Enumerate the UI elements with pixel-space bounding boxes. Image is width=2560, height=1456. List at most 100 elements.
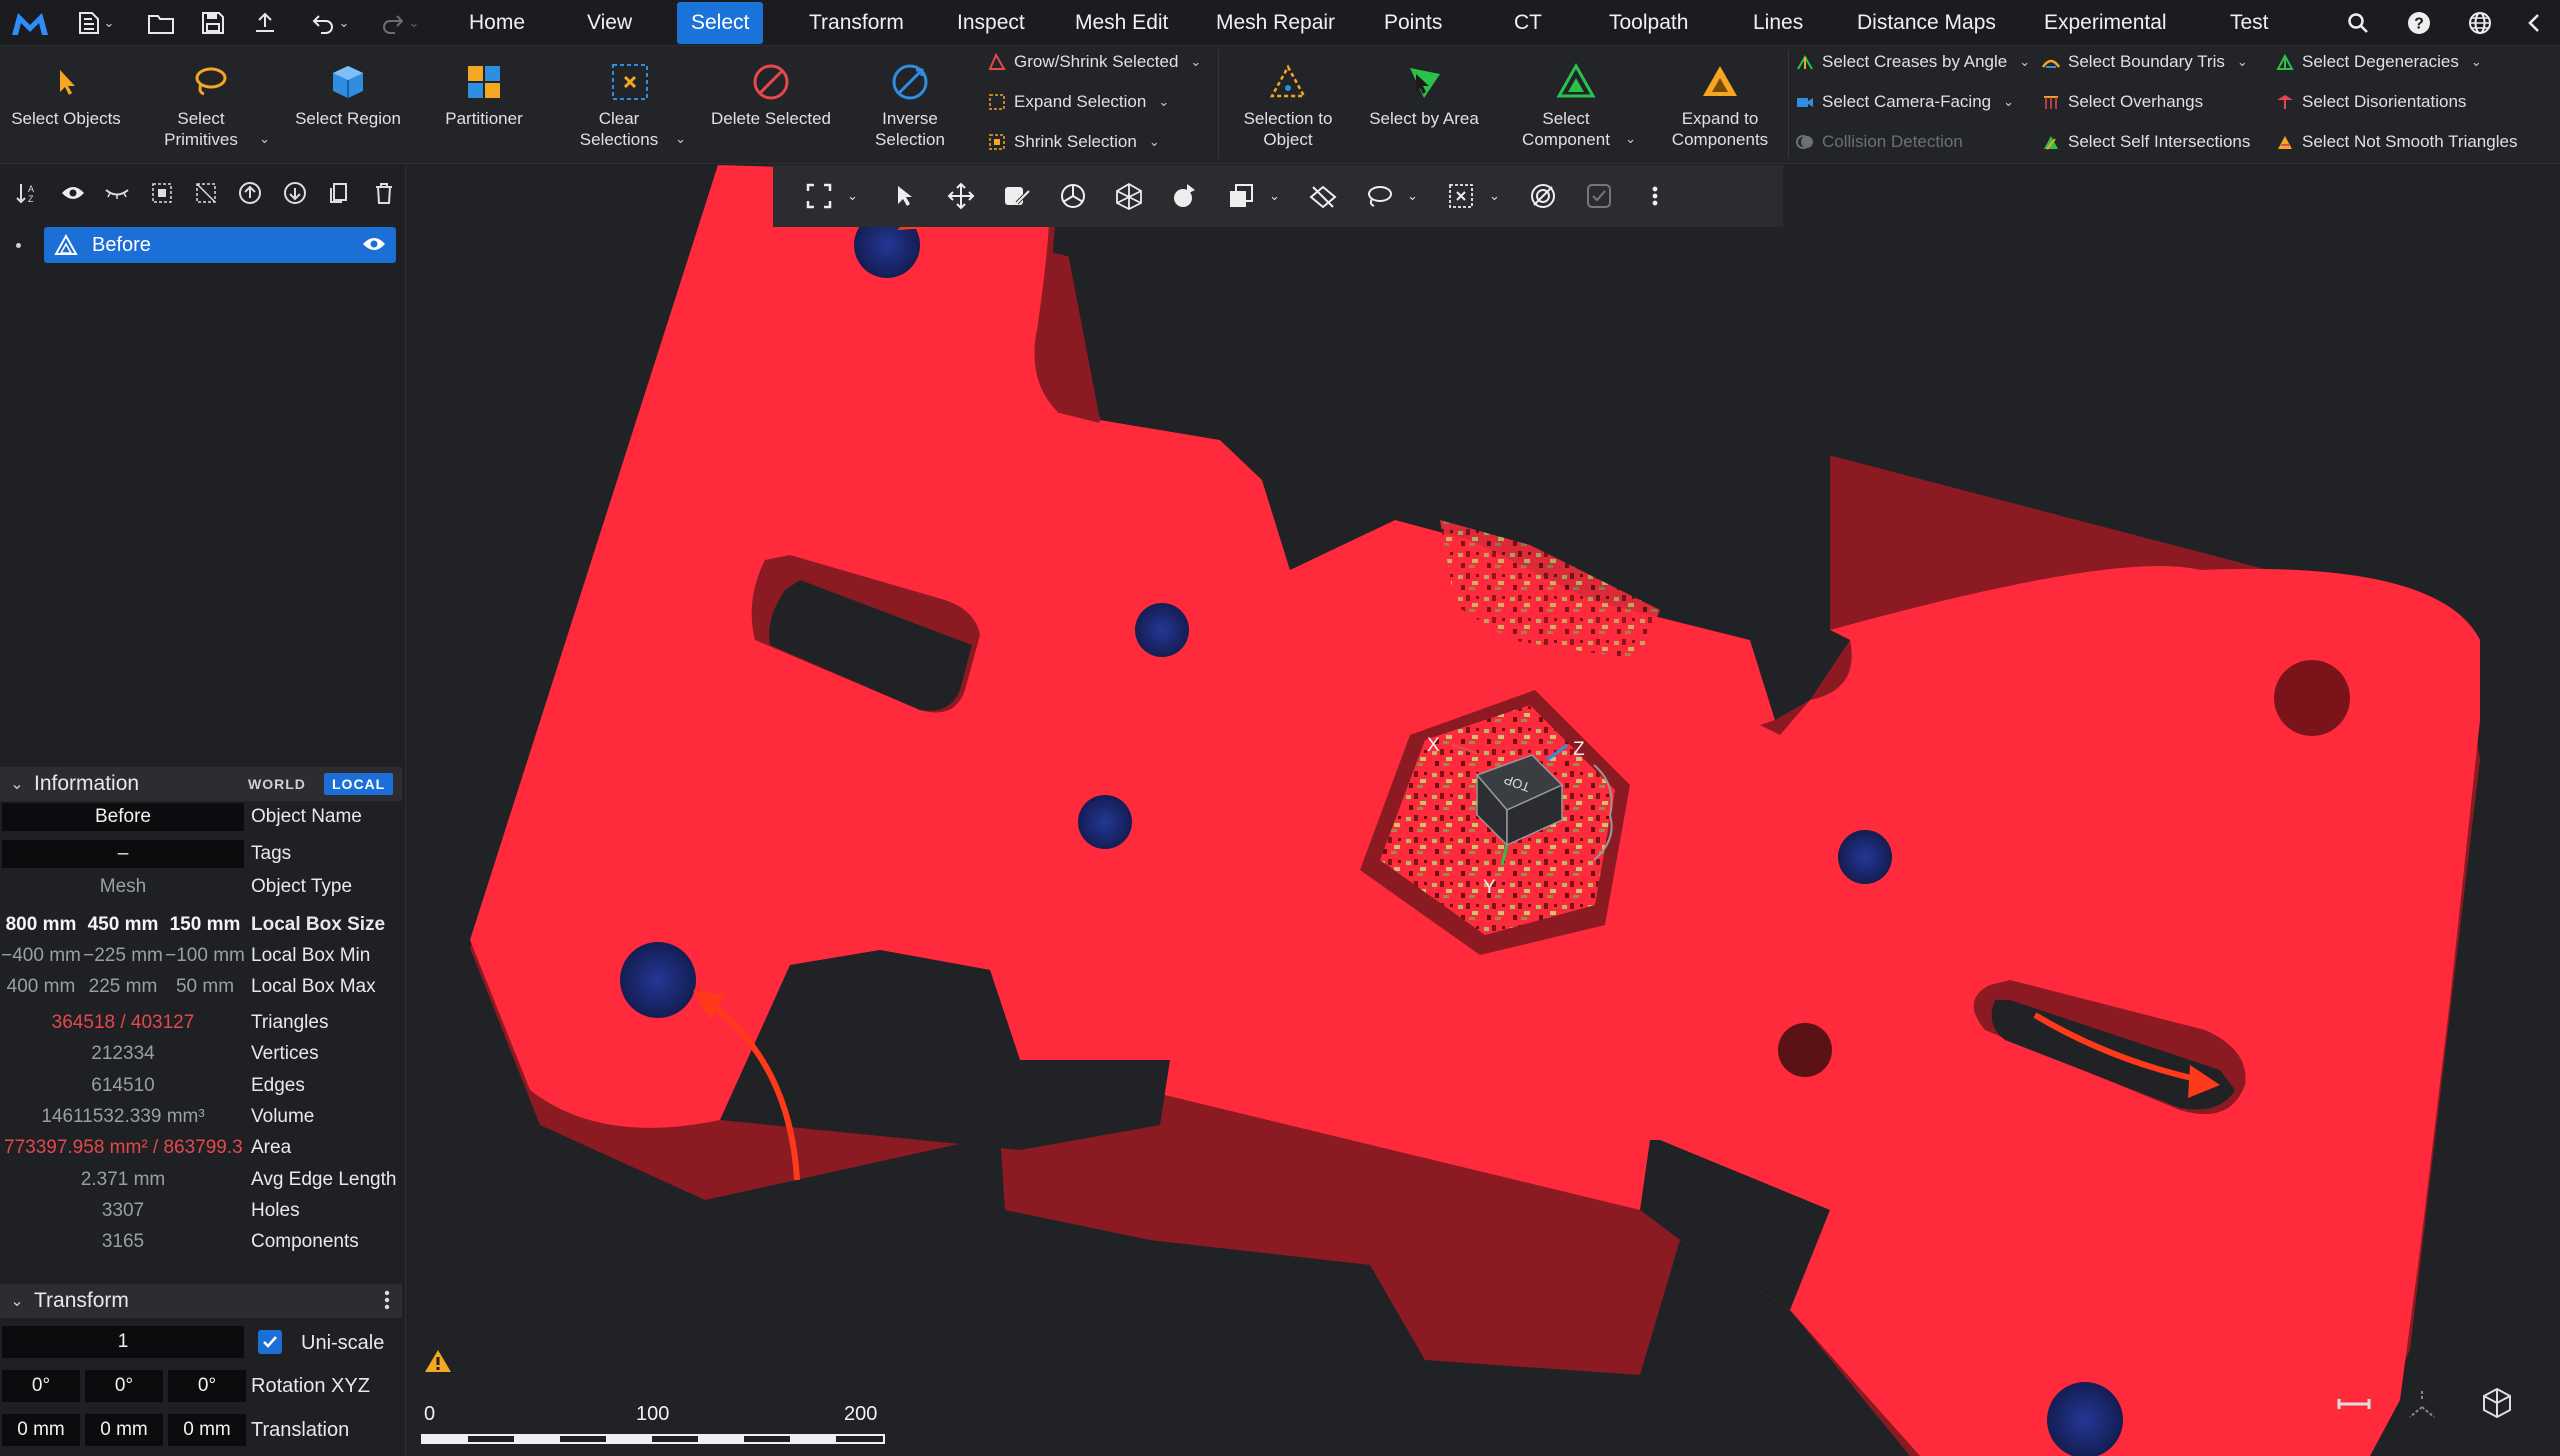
tab-points[interactable]: Points xyxy=(1370,0,1456,46)
new-file-icon[interactable]: ⌄ xyxy=(70,6,122,40)
chevron-down-icon[interactable]: ⌄ xyxy=(1407,188,1427,204)
select-not-smooth-button[interactable]: Select Not Smooth Triangles xyxy=(2276,132,2517,152)
select-camera-facing-button[interactable]: Select Camera-Facing ⌄ xyxy=(1796,92,2014,112)
chevron-down-icon[interactable]: ⌄ xyxy=(847,188,867,204)
backface-icon[interactable] xyxy=(1515,171,1571,221)
save-icon[interactable] xyxy=(196,6,230,40)
duplicate-icon[interactable] xyxy=(317,173,361,213)
transform-section-header[interactable]: ⌄ Transform xyxy=(0,1284,402,1318)
selection-to-object-button[interactable]: Selection to Object xyxy=(1228,62,1348,150)
clipping-icon[interactable] xyxy=(1213,171,1269,221)
view-cube-toggle-icon[interactable] xyxy=(2481,1387,2513,1424)
expand-selection-button[interactable]: Expand Selection ⌄ xyxy=(988,92,1169,112)
translation-z-input[interactable]: 0 mm xyxy=(168,1414,246,1446)
eye-icon[interactable] xyxy=(50,173,94,213)
orbit-icon[interactable] xyxy=(1045,171,1101,221)
open-folder-icon[interactable] xyxy=(144,6,178,40)
paint-select-icon[interactable] xyxy=(989,171,1045,221)
tags-value[interactable]: – xyxy=(2,840,244,868)
expand-to-components-button[interactable]: Expand to Components xyxy=(1660,62,1780,150)
select-overhangs-button[interactable]: Select Overhangs xyxy=(2042,92,2203,112)
tab-home[interactable]: Home xyxy=(455,0,539,46)
hide-faces-icon[interactable] xyxy=(1295,171,1351,221)
select-region-button[interactable]: Select Region xyxy=(288,62,408,129)
tab-view[interactable]: View xyxy=(573,0,646,46)
rotation-x-input[interactable]: 0° xyxy=(2,1370,80,1402)
more-options-icon[interactable] xyxy=(384,1289,390,1311)
select-creases-button[interactable]: Select Creases by Angle ⌄ xyxy=(1796,52,2030,72)
redo-icon[interactable]: ⌄ xyxy=(372,6,428,40)
3d-viewport[interactable]: TOP X Z Y xyxy=(407,165,2560,1456)
fit-view-icon[interactable] xyxy=(791,171,847,221)
grow-shrink-selected-button[interactable]: Grow/Shrink Selected ⌄ xyxy=(988,52,1201,72)
selection-to-object-label: Selection to Object xyxy=(1243,109,1333,149)
axis-gizmo-icon[interactable] xyxy=(2406,1389,2438,1424)
tree-item-before[interactable]: Before xyxy=(16,227,396,263)
app-logo[interactable] xyxy=(8,6,52,40)
local-toggle[interactable]: LOCAL xyxy=(324,773,394,795)
world-toggle[interactable]: WORLD xyxy=(240,773,314,795)
tab-experimental[interactable]: Experimental xyxy=(2030,0,2181,46)
shrink-selection-button[interactable]: Shrink Selection ⌄ xyxy=(988,132,1160,152)
search-icon[interactable] xyxy=(2342,8,2374,38)
tab-ct[interactable]: CT xyxy=(1500,0,1556,46)
undo-icon[interactable]: ⌄ xyxy=(302,6,358,40)
rotation-y-input[interactable]: 0° xyxy=(85,1370,163,1402)
trash-icon[interactable] xyxy=(362,173,406,213)
move-down-icon[interactable] xyxy=(273,173,317,213)
select-primitives-button[interactable]: Select Primitives ⌄ xyxy=(150,62,270,150)
translation-x-input[interactable]: 0 mm xyxy=(2,1414,80,1446)
rotation-z-input[interactable]: 0° xyxy=(168,1370,246,1402)
view-cube[interactable]: TOP xyxy=(1447,735,1587,875)
move-icon[interactable] xyxy=(933,171,989,221)
information-section-header[interactable]: ⌄ Information WORLD LOCAL xyxy=(0,767,402,801)
wireframe-icon[interactable] xyxy=(1101,171,1157,221)
pointer-icon[interactable] xyxy=(877,171,933,221)
tab-mesh-repair[interactable]: Mesh Repair xyxy=(1202,0,1349,46)
chevron-down-icon[interactable]: ⌄ xyxy=(1489,188,1509,204)
export-icon[interactable] xyxy=(248,6,282,40)
clear-selections-button[interactable]: Clear Selections ⌄ xyxy=(574,62,686,150)
shading-icon[interactable] xyxy=(1157,171,1213,221)
deselect-box-icon[interactable] xyxy=(1433,171,1489,221)
rotate-view-icon[interactable] xyxy=(1582,755,1622,870)
collision-detection-button[interactable]: Collision Detection xyxy=(1796,132,1963,152)
uniscale-checkbox[interactable] xyxy=(258,1330,282,1354)
select-by-area-button[interactable]: Select by Area xyxy=(1360,62,1488,129)
ruler-icon[interactable] xyxy=(2337,1397,2371,1416)
collapse-chevron-icon[interactable] xyxy=(2518,8,2550,38)
select-degeneracies-button[interactable]: Select Degeneracies ⌄ xyxy=(2276,52,2482,72)
tab-toolpath[interactable]: Toolpath xyxy=(1595,0,1702,46)
select-objects-button[interactable]: Select Objects xyxy=(6,62,126,129)
eye-closed-icon[interactable] xyxy=(95,173,139,213)
select-disorientations-button[interactable]: Select Disorientations xyxy=(2276,92,2466,112)
tab-lines[interactable]: Lines xyxy=(1739,0,1817,46)
select-all-icon[interactable] xyxy=(139,173,183,213)
move-up-icon[interactable] xyxy=(228,173,272,213)
more-options-icon[interactable] xyxy=(1627,171,1683,221)
tab-test[interactable]: Test xyxy=(2216,0,2283,46)
scale-input[interactable]: 1 xyxy=(2,1326,244,1358)
translation-y-input[interactable]: 0 mm xyxy=(85,1414,163,1446)
confirm-icon[interactable] xyxy=(1571,171,1627,221)
delete-selected-button[interactable]: Delete Selected xyxy=(706,62,836,129)
inverse-selection-button[interactable]: Inverse Selection xyxy=(860,62,960,150)
chevron-down-icon[interactable]: ⌄ xyxy=(1269,188,1289,204)
select-self-intersections-button[interactable]: Select Self Intersections xyxy=(2042,132,2250,152)
help-icon[interactable]: ? xyxy=(2403,8,2435,38)
globe-icon[interactable] xyxy=(2464,8,2496,38)
tab-select[interactable]: Select xyxy=(677,2,764,44)
tab-transform[interactable]: Transform xyxy=(795,0,918,46)
visibility-eye-icon[interactable] xyxy=(362,236,386,252)
select-boundary-tris-button[interactable]: Select Boundary Tris ⌄ xyxy=(2041,52,2248,72)
tab-mesh-edit[interactable]: Mesh Edit xyxy=(1061,0,1182,46)
deselect-icon[interactable] xyxy=(184,173,228,213)
warning-icon[interactable] xyxy=(424,1348,452,1379)
object-name-value[interactable]: Before xyxy=(2,803,244,831)
tab-distance-maps[interactable]: Distance Maps xyxy=(1843,0,2010,46)
tab-inspect[interactable]: Inspect xyxy=(943,0,1039,46)
select-component-button[interactable]: Select Component ⌄ xyxy=(1516,62,1636,150)
sort-az-icon[interactable]: AZ xyxy=(6,173,50,213)
partitioner-button[interactable]: Partitioner xyxy=(424,62,544,129)
lasso-select-icon[interactable] xyxy=(1351,171,1407,221)
